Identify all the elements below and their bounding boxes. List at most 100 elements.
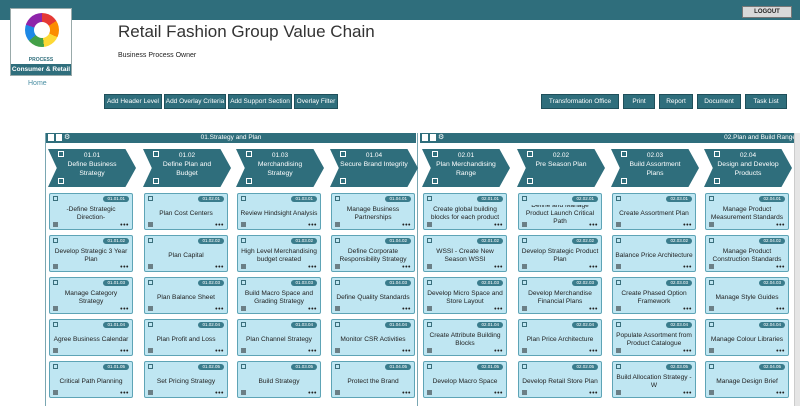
edit-icon[interactable] — [148, 196, 153, 201]
process-card[interactable]: 02.02.04 Plan Price Architecture ••• — [518, 319, 602, 356]
edit-icon[interactable] — [709, 364, 714, 369]
more-options-icon[interactable]: ••• — [589, 306, 598, 313]
edit-icon[interactable] — [616, 280, 621, 285]
process-card[interactable]: 02.01.02 WSSI - Create New Season WSSI ••• — [423, 235, 507, 272]
edit-icon[interactable] — [522, 196, 527, 201]
delete-icon[interactable] — [709, 222, 714, 227]
delete-icon[interactable] — [621, 178, 627, 184]
more-options-icon[interactable]: ••• — [308, 306, 317, 313]
edit-icon[interactable] — [335, 196, 340, 201]
edit-icon[interactable] — [616, 322, 621, 327]
process-card[interactable]: 01.01.02 Develop Strategic 3 Year Plan ••• — [49, 235, 133, 272]
delete-icon[interactable] — [335, 348, 340, 353]
more-options-icon[interactable]: ••• — [776, 348, 785, 355]
more-options-icon[interactable]: ••• — [308, 348, 317, 355]
more-options-icon[interactable]: ••• — [589, 222, 598, 229]
task-list-button[interactable]: Task List — [745, 94, 787, 109]
more-options-icon[interactable]: ••• — [120, 264, 129, 271]
delete-icon[interactable] — [241, 222, 246, 227]
delete-icon[interactable] — [714, 178, 720, 184]
process-card[interactable]: 02.04.05 Manage Design Brief ••• — [705, 361, 789, 398]
process-card[interactable]: 01.03.03 Build Macro Space and Grading St… — [237, 277, 321, 314]
edit-icon[interactable] — [241, 196, 246, 201]
delete-icon[interactable] — [241, 306, 246, 311]
delete-icon[interactable] — [53, 390, 58, 395]
edit-icon[interactable] — [241, 238, 246, 243]
more-options-icon[interactable]: ••• — [402, 348, 411, 355]
edit-icon[interactable] — [241, 322, 246, 327]
delete-icon[interactable] — [616, 264, 621, 269]
process-card[interactable]: 01.02.04 Plan Profit and Loss ••• — [144, 319, 228, 356]
delete-icon[interactable] — [53, 306, 58, 311]
delete-icon[interactable] — [527, 178, 533, 184]
edit-icon[interactable] — [427, 238, 432, 243]
edit-icon[interactable] — [616, 238, 621, 243]
delete-icon[interactable] — [522, 306, 527, 311]
process-card[interactable]: 01.03.05 Build Strategy ••• — [237, 361, 321, 398]
edit-icon[interactable] — [709, 280, 714, 285]
more-options-icon[interactable]: ••• — [683, 222, 692, 229]
delete-icon[interactable] — [709, 390, 714, 395]
more-options-icon[interactable]: ••• — [776, 222, 785, 229]
add-support-section-button[interactable]: Add Support Section — [228, 94, 292, 109]
process-card[interactable]: 02.03.03 Create Phased Option Framework ••… — [612, 277, 696, 314]
more-options-icon[interactable]: ••• — [589, 264, 598, 271]
print-button[interactable]: Print — [623, 94, 655, 109]
process-card[interactable]: 01.03.02 High Level Merchandising budget … — [237, 235, 321, 272]
logout-button[interactable]: LOGOUT — [742, 6, 792, 18]
edit-icon[interactable] — [148, 322, 153, 327]
process-card[interactable]: 02.04.01 Manage Product Measurement Stand… — [705, 193, 789, 230]
more-options-icon[interactable]: ••• — [494, 222, 503, 229]
more-options-icon[interactable]: ••• — [683, 306, 692, 313]
process-card[interactable]: 01.02.02 Plan Capital ••• — [144, 235, 228, 272]
more-options-icon[interactable]: ••• — [683, 264, 692, 271]
process-chevron[interactable]: 02.02 Pre Season Plan — [517, 149, 605, 187]
process-card[interactable]: 01.04.04 Monitor CSR Activities ••• — [331, 319, 415, 356]
process-card[interactable]: 01.03.04 Plan Channel Strategy ••• — [237, 319, 321, 356]
process-card[interactable]: 02.03.02 Balance Price Architecture ••• — [612, 235, 696, 272]
process-card[interactable]: 02.02.02 Develop Strategic Product Plan ••… — [518, 235, 602, 272]
more-options-icon[interactable]: ••• — [776, 264, 785, 271]
process-card[interactable]: 02.02.03 Develop Merchandise Financial Pl… — [518, 277, 602, 314]
delete-icon[interactable] — [241, 348, 246, 353]
process-card[interactable]: 02.01.04 Create Attribute Building Blocks… — [423, 319, 507, 356]
edit-icon[interactable] — [709, 322, 714, 327]
edit-icon[interactable] — [616, 364, 621, 369]
delete-icon[interactable] — [709, 306, 714, 311]
more-options-icon[interactable]: ••• — [589, 390, 598, 397]
edit-icon[interactable] — [522, 364, 527, 369]
edit-icon[interactable] — [335, 280, 340, 285]
delete-icon[interactable] — [148, 264, 153, 269]
more-options-icon[interactable]: ••• — [402, 222, 411, 229]
delete-icon[interactable] — [335, 264, 340, 269]
process-card[interactable]: 01.01.04 Agree Business Calendar ••• — [49, 319, 133, 356]
more-options-icon[interactable]: ••• — [215, 306, 224, 313]
report-button[interactable]: Report — [659, 94, 693, 109]
process-card[interactable]: 02.02.01 Define and Manage Product Launch… — [518, 193, 602, 230]
process-card[interactable]: 01.02.03 Plan Balance Sheet ••• — [144, 277, 228, 314]
edit-icon[interactable] — [53, 196, 58, 201]
delete-icon[interactable] — [522, 264, 527, 269]
edit-icon[interactable] — [53, 238, 58, 243]
delete-icon[interactable] — [58, 178, 64, 184]
process-card[interactable]: 01.01.03 Manage Category Strategy ••• — [49, 277, 133, 314]
more-options-icon[interactable]: ••• — [776, 390, 785, 397]
delete-icon[interactable] — [148, 306, 153, 311]
delete-icon[interactable] — [241, 390, 246, 395]
edit-icon[interactable] — [427, 280, 432, 285]
more-options-icon[interactable]: ••• — [120, 390, 129, 397]
edit-icon[interactable] — [53, 364, 58, 369]
more-options-icon[interactable]: ••• — [308, 264, 317, 271]
delete-icon[interactable] — [522, 390, 527, 395]
delete-icon[interactable] — [335, 390, 340, 395]
delete-icon[interactable] — [148, 390, 153, 395]
process-card[interactable]: 02.02.05 Develop Retail Store Plan ••• — [518, 361, 602, 398]
process-card[interactable]: 01.04.02 Define Corporate Responsibility … — [331, 235, 415, 272]
edit-icon[interactable] — [427, 322, 432, 327]
more-options-icon[interactable]: ••• — [215, 222, 224, 229]
process-card[interactable]: 01.02.05 Set Pricing Strategy ••• — [144, 361, 228, 398]
edit-icon[interactable] — [522, 238, 527, 243]
edit-icon[interactable] — [427, 364, 432, 369]
more-options-icon[interactable]: ••• — [494, 264, 503, 271]
delete-icon[interactable] — [148, 348, 153, 353]
